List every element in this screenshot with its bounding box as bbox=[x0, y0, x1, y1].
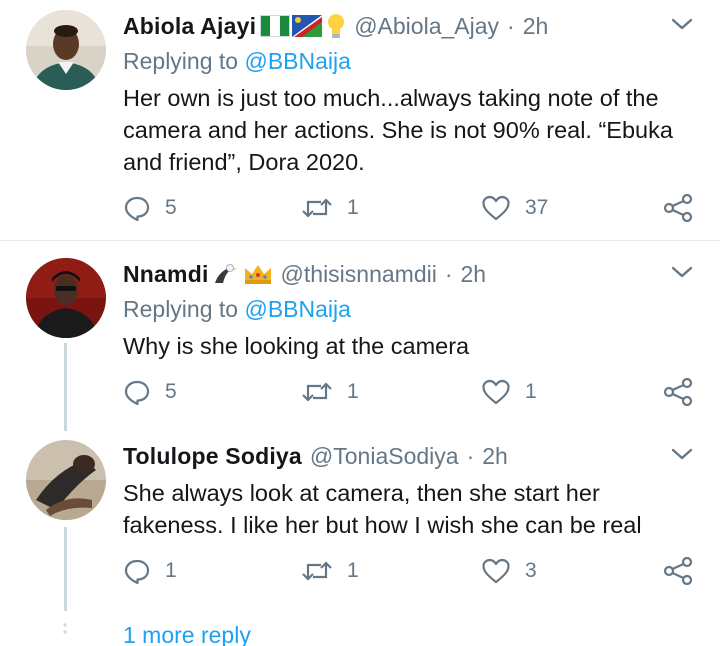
user-handle[interactable]: @Abiola_Ajay bbox=[354, 13, 499, 40]
retweet-count: 1 bbox=[347, 196, 359, 219]
retweet-button[interactable]: 1 bbox=[301, 192, 359, 224]
heart-icon bbox=[482, 379, 510, 405]
like-button[interactable]: 3 bbox=[481, 555, 537, 587]
reply-count: 5 bbox=[165, 196, 177, 219]
nigeria-flag-icon bbox=[260, 15, 291, 37]
separator-dot: · bbox=[466, 442, 475, 469]
tweet[interactable]: Tolulope Sodiya @ToniaSodiya · 2h She al… bbox=[0, 431, 720, 611]
retweet-button[interactable]: 1 bbox=[301, 376, 359, 408]
chevron-down-icon[interactable] bbox=[668, 14, 696, 34]
retweet-icon bbox=[302, 198, 332, 218]
reply-icon bbox=[124, 559, 150, 585]
share-button[interactable] bbox=[663, 556, 693, 590]
tweet-header: Abiola Ajayi @Abiola_Ajay · 2h bbox=[123, 10, 548, 42]
share-icon bbox=[663, 193, 693, 223]
namibia-flag-icon bbox=[292, 15, 323, 37]
like-count: 3 bbox=[525, 559, 537, 582]
reply-icon bbox=[124, 380, 150, 406]
avatar[interactable] bbox=[26, 440, 106, 520]
mention-link[interactable]: @BBNaija bbox=[244, 296, 350, 322]
share-icon bbox=[663, 556, 693, 586]
tweet[interactable]: Abiola Ajayi @Abiola_Ajay · 2h Replying … bbox=[0, 0, 720, 240]
more-replies-link[interactable]: 1 more reply bbox=[123, 622, 251, 646]
timestamp[interactable]: 2h bbox=[523, 13, 549, 40]
like-count: 37 bbox=[525, 196, 549, 219]
tweet-text: Why is she looking at the camera bbox=[123, 333, 470, 359]
avatar[interactable] bbox=[26, 258, 106, 338]
eagle-icon bbox=[211, 261, 237, 287]
tweet-text: Her own is just too much...always taking… bbox=[123, 85, 673, 175]
crown-icon bbox=[243, 262, 273, 286]
user-handle[interactable]: @thisisnnamdii bbox=[281, 261, 437, 288]
retweet-icon bbox=[302, 382, 332, 402]
reply-count: 1 bbox=[165, 559, 177, 582]
reply-button[interactable]: 1 bbox=[123, 555, 177, 587]
tweet-actions: 5 1 1 bbox=[123, 376, 703, 408]
retweet-button[interactable]: 1 bbox=[301, 555, 359, 587]
heart-icon bbox=[482, 195, 510, 221]
reply-count: 5 bbox=[165, 380, 177, 403]
replying-label: Replying to bbox=[123, 296, 239, 322]
retweet-icon bbox=[302, 561, 332, 581]
mention-link[interactable]: @BBNaija bbox=[244, 48, 350, 74]
retweet-count: 1 bbox=[347, 559, 359, 582]
like-button[interactable]: 1 bbox=[481, 376, 537, 408]
like-count: 1 bbox=[525, 380, 537, 403]
reply-button[interactable]: 5 bbox=[123, 192, 177, 224]
like-button[interactable]: 37 bbox=[481, 192, 548, 224]
light-bulb-icon bbox=[326, 12, 346, 40]
tweet-text: She always look at camera, then she star… bbox=[123, 480, 642, 538]
display-name[interactable]: Abiola Ajayi bbox=[123, 13, 256, 40]
separator-dot: · bbox=[444, 260, 453, 287]
thread-line bbox=[64, 343, 67, 431]
chevron-down-icon[interactable] bbox=[668, 444, 696, 464]
replying-to: Replying to @BBNaija bbox=[123, 48, 351, 75]
tweet-actions: 5 1 37 bbox=[123, 192, 703, 224]
share-button[interactable] bbox=[663, 193, 693, 227]
user-handle[interactable]: @ToniaSodiya bbox=[310, 443, 459, 470]
display-name[interactable]: Tolulope Sodiya bbox=[123, 443, 302, 470]
tweet-header: Tolulope Sodiya @ToniaSodiya · 2h bbox=[123, 440, 508, 472]
reply-icon bbox=[124, 196, 150, 222]
chevron-down-icon[interactable] bbox=[668, 262, 696, 282]
replying-label: Replying to bbox=[123, 48, 239, 74]
thread-line bbox=[64, 527, 67, 611]
timestamp[interactable]: 2h bbox=[461, 261, 487, 288]
tweet[interactable]: Nnamdi @thisisnnamdii · 2h Replying to @… bbox=[0, 241, 720, 431]
tweet-actions: 1 1 3 bbox=[123, 555, 703, 587]
thread-dots bbox=[62, 622, 68, 636]
separator-dot: · bbox=[507, 12, 515, 39]
avatar[interactable] bbox=[26, 10, 106, 90]
timestamp[interactable]: 2h bbox=[482, 443, 508, 470]
replying-to: Replying to @BBNaija bbox=[123, 296, 351, 323]
reply-button[interactable]: 5 bbox=[123, 376, 177, 408]
tweet-header: Nnamdi @thisisnnamdii · 2h bbox=[123, 258, 486, 290]
retweet-count: 1 bbox=[347, 380, 359, 403]
heart-icon bbox=[482, 558, 510, 584]
share-icon bbox=[663, 377, 693, 407]
share-button[interactable] bbox=[663, 377, 693, 411]
display-name[interactable]: Nnamdi bbox=[123, 261, 209, 288]
